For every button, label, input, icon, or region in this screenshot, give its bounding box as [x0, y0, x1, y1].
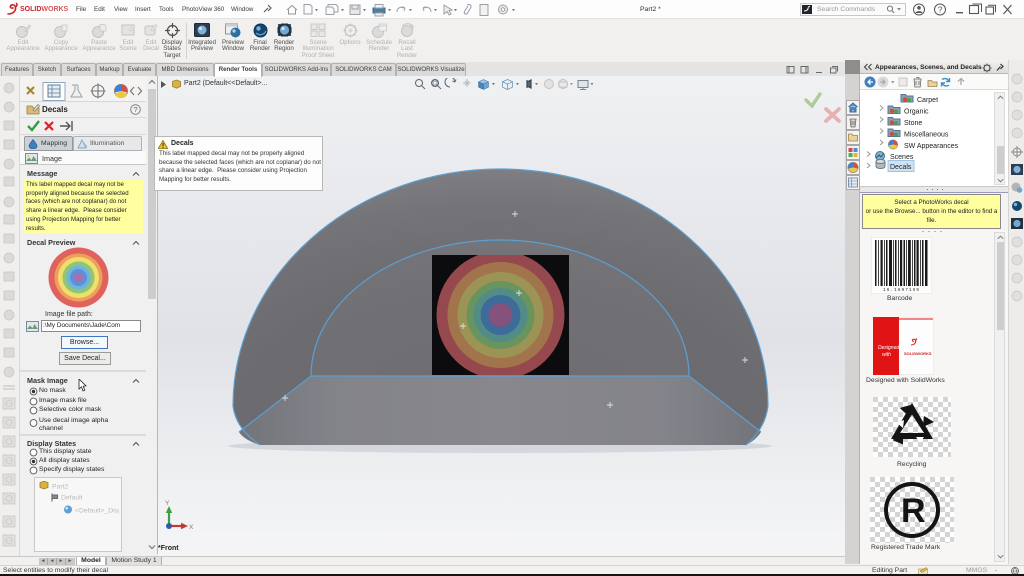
svg-text:SOLIDWORKS: SOLIDWORKS	[904, 351, 932, 356]
svg-text:Miscellaneous: Miscellaneous	[904, 132, 949, 139]
svg-text:Y: Y	[165, 500, 170, 507]
svg-text:Part2: Part2	[52, 484, 68, 491]
svg-text:?: ?	[938, 4, 943, 14]
svg-text:with: with	[882, 352, 891, 358]
svg-text:Organic: Organic	[904, 109, 929, 116]
svg-text:R: R	[901, 492, 926, 530]
svg-text:?: ?	[133, 105, 137, 114]
svg-text:16.1697159: 16.1697159	[883, 287, 920, 293]
svg-text:Scenes: Scenes	[890, 154, 914, 161]
svg-text:Designed: Designed	[878, 345, 899, 351]
svg-text:SW Appearances: SW Appearances	[904, 143, 959, 150]
svg-text:<Default>_Disp: <Default>_Disp	[75, 508, 119, 515]
svg-text:Stone: Stone	[904, 120, 922, 127]
svg-text:Carpet: Carpet	[917, 97, 938, 104]
svg-text:X: X	[189, 524, 194, 531]
svg-text:Decals: Decals	[890, 164, 912, 171]
svg-text:Default: Default	[61, 495, 83, 502]
